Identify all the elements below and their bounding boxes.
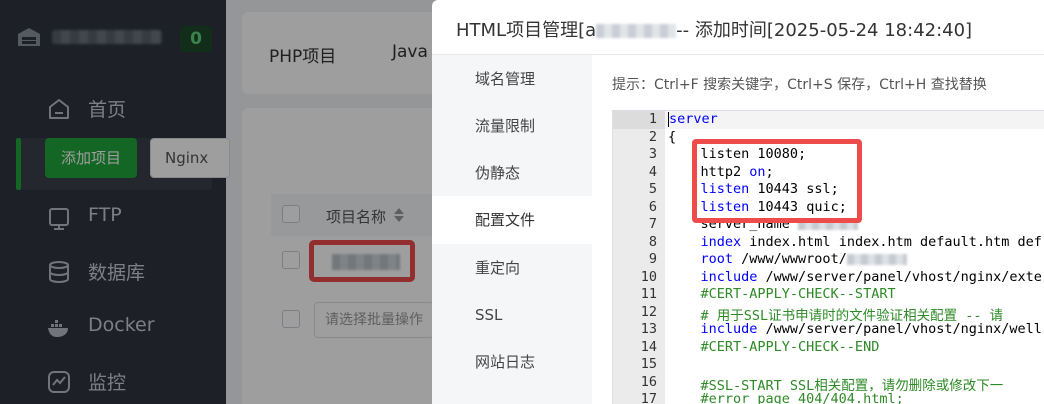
tab-php-project[interactable]: PHP项目 bbox=[269, 42, 336, 67]
dialog-menu: 域名管理 流量限制 伪静态 配置文件 重定向 SSL 网站日志 bbox=[432, 55, 592, 404]
code-text: include /www/server/panel/vhost/nginx/we… bbox=[668, 321, 1042, 337]
sidebar-item-docker[interactable]: Docker bbox=[16, 302, 212, 354]
code-token: index bbox=[700, 233, 742, 250]
line-number: 4 bbox=[648, 163, 657, 180]
sidebar-item-label: Docker bbox=[88, 314, 155, 336]
line-number: 13 bbox=[640, 321, 657, 337]
domain-redacted bbox=[596, 24, 677, 38]
server-logo-icon bbox=[18, 28, 40, 46]
code-line[interactable]: 15 bbox=[613, 356, 1044, 374]
highlight-box-listen-config bbox=[692, 139, 862, 223]
home-icon bbox=[49, 99, 69, 119]
code-token: /www/server/panel/vhost/nginx/well bbox=[757, 321, 1042, 337]
code-text: #error_page 404/404.html; bbox=[668, 391, 904, 404]
line-number: 8 bbox=[648, 233, 657, 250]
sidebar-item-database[interactable]: 数据库 bbox=[16, 246, 212, 298]
line-number: 6 bbox=[648, 198, 657, 215]
code-token: #CERT-APPLY-CHECK--START bbox=[668, 286, 896, 302]
line-number: 16 bbox=[640, 373, 657, 390]
code-token: root bbox=[700, 251, 734, 267]
line-number: 5 bbox=[648, 181, 657, 197]
code-line[interactable]: 10 include /www/server/panel/vhost/nginx… bbox=[613, 269, 1044, 287]
menu-config-file[interactable]: 配置文件 bbox=[432, 196, 592, 244]
menu-ssl[interactable]: SSL bbox=[432, 291, 592, 339]
docker-icon bbox=[48, 320, 68, 337]
sort-icon[interactable] bbox=[392, 207, 406, 223]
line-number: 15 bbox=[640, 356, 657, 372]
code-line[interactable]: 12 # 用于SSL证书申请时的文件验证相关配置 -- 请 bbox=[613, 303, 1044, 324]
sidebar-item-home[interactable]: 首页 bbox=[16, 83, 212, 135]
line-number: 14 bbox=[640, 338, 657, 355]
menu-site-logs[interactable]: 网站日志 bbox=[432, 338, 592, 386]
menu-redirect[interactable]: 重定向 bbox=[432, 244, 592, 292]
sidebar-item-label: 数据库 bbox=[88, 262, 146, 284]
code-text: #CERT-APPLY-CHECK--END bbox=[668, 338, 880, 355]
server-type-select[interactable]: Nginx bbox=[150, 138, 230, 178]
code-line[interactable]: 16 #SSL-START SSL相关配置，请勿删除或修改下一 bbox=[613, 373, 1044, 394]
code-text: include /www/server/panel/vhost/nginx/ex… bbox=[668, 269, 1042, 285]
code-text: { bbox=[668, 129, 676, 145]
highlight-box-project bbox=[309, 240, 415, 282]
code-text: server bbox=[668, 111, 718, 127]
shortcut-tip: 提示：Ctrl+F 搜索关键字，Ctrl+S 保存，Ctrl+H 查找替换 bbox=[612, 77, 987, 93]
code-token: include bbox=[700, 268, 758, 285]
select-all-checkbox[interactable] bbox=[282, 205, 300, 223]
code-line[interactable]: 1 server bbox=[613, 111, 1044, 129]
sidebar-item-label: 监控 bbox=[88, 372, 127, 394]
menu-domain-management[interactable]: 域名管理 bbox=[432, 55, 592, 103]
code-line[interactable]: 11 #CERT-APPLY-CHECK--START bbox=[613, 286, 1044, 304]
code-text: #CERT-APPLY-CHECK--START bbox=[668, 286, 896, 302]
column-header-project-name[interactable]: 项目名称 bbox=[326, 206, 386, 227]
code-line[interactable]: 17 #error_page 404/404.html; bbox=[613, 391, 1044, 404]
batch-action-select[interactable]: 请选择批量操作 bbox=[314, 302, 434, 338]
code-text: index index.html index.htm default.htm d… bbox=[668, 234, 1042, 250]
code-line[interactable]: 8 index index.html index.htm default.htm… bbox=[613, 234, 1044, 252]
sidebar-item-ftp[interactable]: FTP bbox=[16, 192, 212, 244]
code-token: /www/wwwroot/ bbox=[733, 251, 847, 267]
code-token: /www/server/panel/vhost/nginx/exte bbox=[757, 268, 1042, 285]
code-text: root /www/wwwroot/ bbox=[668, 251, 907, 267]
code-line[interactable]: 9 root /www/wwwroot/ bbox=[613, 251, 1044, 269]
line-number: 3 bbox=[648, 146, 657, 162]
add-project-button[interactable]: 添加项目 bbox=[45, 138, 137, 178]
line-number: 12 bbox=[640, 303, 657, 320]
dialog-title-prefix: HTML项目管理[a bbox=[456, 20, 597, 41]
code-token: index.html index.htm default.htm def bbox=[741, 233, 1042, 250]
line-number: 1 bbox=[648, 111, 657, 127]
row-checkbox[interactable] bbox=[282, 251, 300, 269]
sidebar-item-monitor[interactable]: 监控 bbox=[16, 356, 212, 404]
line-number: 11 bbox=[640, 286, 657, 302]
batch-checkbox[interactable] bbox=[282, 310, 300, 328]
code-line[interactable]: 14 #CERT-APPLY-CHECK--END bbox=[613, 339, 1044, 357]
code-token: #CERT-APPLY-CHECK--END bbox=[668, 338, 880, 355]
sidebar-item-label: FTP bbox=[88, 204, 122, 226]
brand-name-redacted bbox=[52, 30, 162, 44]
dialog-title: HTML项目管理[a -- 添加时间[2025-05-24 18:42:40] bbox=[456, 16, 972, 42]
monitor-icon bbox=[48, 371, 70, 393]
menu-traffic-limit[interactable]: 流量限制 bbox=[432, 102, 592, 150]
ftp-icon bbox=[49, 208, 69, 230]
line-number: 9 bbox=[648, 251, 657, 267]
code-token: server bbox=[669, 111, 718, 127]
database-icon bbox=[49, 261, 69, 283]
sidebar-item-label: 首页 bbox=[88, 99, 127, 121]
sidebar: 0 首页 网站 FTP 数据库 bbox=[0, 0, 226, 404]
line-number: 10 bbox=[640, 268, 657, 285]
dialog-title-suffix: -- 添加时间[2025-05-24 18:42:40] bbox=[676, 20, 973, 41]
redacted-text bbox=[846, 253, 907, 265]
line-number: 2 bbox=[648, 128, 657, 145]
line-number: 7 bbox=[648, 216, 657, 232]
menu-rewrite[interactable]: 伪静态 bbox=[432, 149, 592, 197]
code-token: { bbox=[668, 128, 677, 145]
code-token: include bbox=[700, 321, 758, 337]
line-number: 17 bbox=[640, 391, 657, 404]
tab-java-project[interactable]: Java bbox=[392, 42, 428, 62]
code-line[interactable]: 13 include /www/server/panel/vhost/nginx… bbox=[613, 321, 1044, 339]
code-token: #error_page 404/404.html; bbox=[668, 391, 904, 404]
count-badge: 0 bbox=[180, 26, 212, 52]
